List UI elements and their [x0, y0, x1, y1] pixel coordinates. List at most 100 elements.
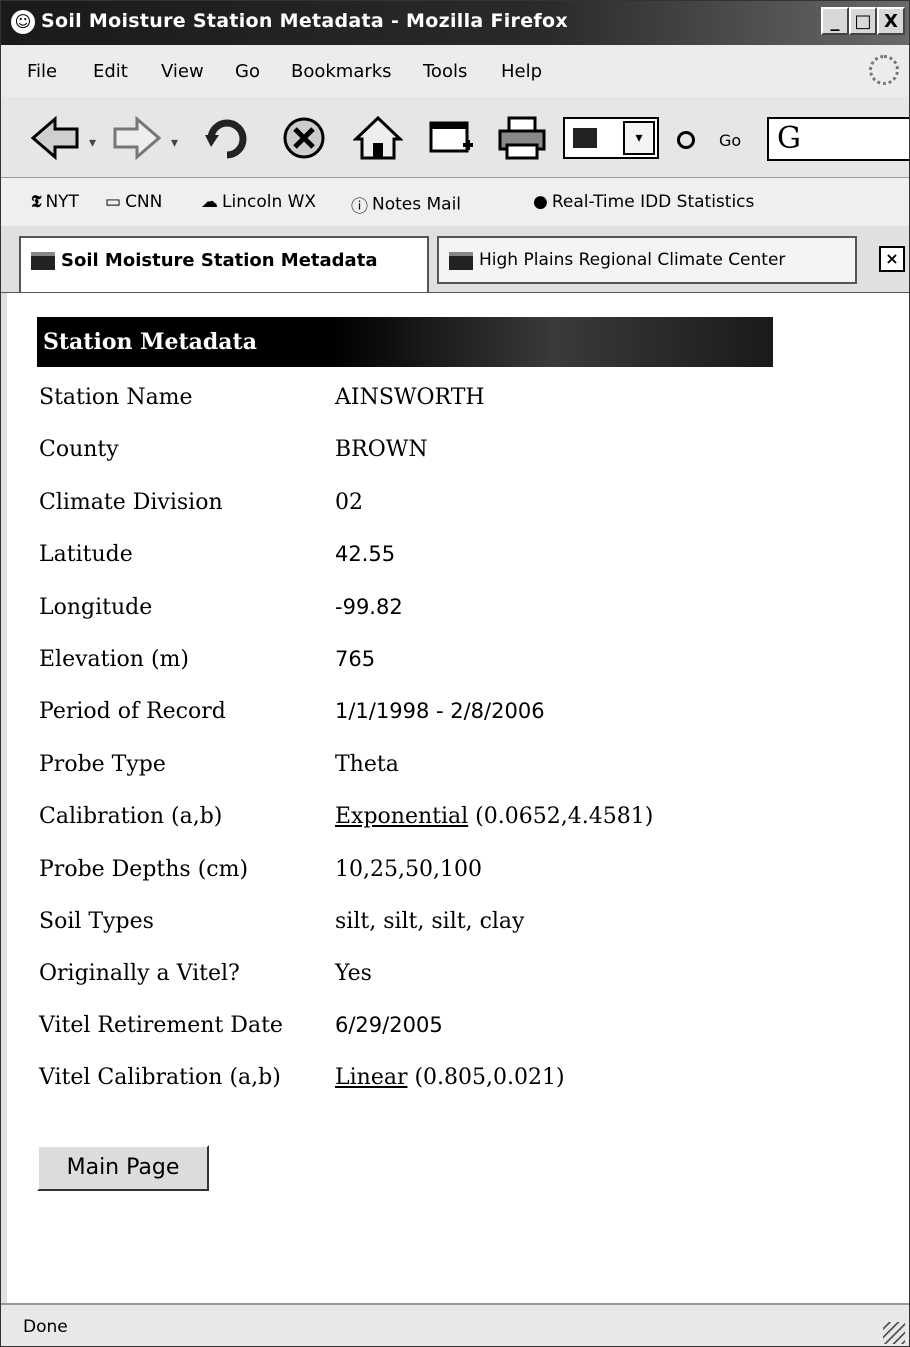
menu-help[interactable]: Help: [501, 61, 542, 82]
go-button[interactable]: Go: [719, 131, 741, 150]
row-value: 02: [335, 490, 363, 515]
window-title: Soil Moisture Station Metadata - Mozilla…: [41, 10, 568, 32]
row-value: Exponential (0.0652,4.4581): [335, 804, 653, 829]
bookmark-realtime-idd[interactable]: ● Real-Time IDD Statistics: [533, 192, 754, 212]
back-dropdown-icon[interactable]: ▾: [89, 135, 96, 151]
exponential-link[interactable]: Exponential: [335, 804, 468, 829]
menu-view[interactable]: View: [161, 61, 204, 82]
notes-icon: ⓘ: [351, 197, 368, 217]
dropdown-arrow-icon[interactable]: ▾: [623, 121, 655, 155]
row-value: -99.82: [335, 595, 403, 619]
forward-button[interactable]: [111, 115, 163, 161]
row-value: BROWN: [335, 437, 428, 462]
cloud-icon: ☁: [201, 192, 218, 212]
menu-go[interactable]: Go: [235, 61, 260, 82]
minimize-button[interactable]: _: [821, 7, 849, 35]
row-label: Vitel Calibration (a,b): [39, 1065, 281, 1090]
row-label: Probe Depths (cm): [39, 857, 249, 882]
menu-bar: File Edit View Go Bookmarks Tools Help: [1, 45, 909, 98]
linear-link[interactable]: Linear: [335, 1065, 407, 1090]
search-box[interactable]: G: [767, 117, 909, 161]
bookmark-label: NYT: [45, 192, 79, 212]
row-label: Period of Record: [39, 699, 226, 724]
home-icon: [352, 115, 404, 160]
page-icon: [573, 128, 597, 148]
maximize-button[interactable]: □: [849, 7, 877, 35]
tab-soil-moisture[interactable]: Soil Moisture Station Metadata: [19, 236, 429, 292]
page-icon: ▭: [105, 192, 122, 212]
forward-dropdown-icon[interactable]: ▾: [171, 135, 178, 151]
close-button[interactable]: X: [877, 7, 905, 35]
tab-hprcc[interactable]: High Plains Regional Climate Center: [437, 236, 857, 284]
row-label: Longitude: [39, 595, 153, 620]
globe-icon: ●: [533, 192, 548, 212]
page-content: Station Metadata Station Name AINSWORTH …: [1, 293, 909, 1303]
close-tab-icon[interactable]: ×: [879, 246, 905, 272]
home-button[interactable]: [352, 115, 404, 161]
row-value: 1/1/1998 - 2/8/2006: [335, 699, 545, 723]
menu-file[interactable]: File: [27, 61, 57, 82]
forward-arrow-icon: [113, 115, 162, 161]
tab-bar: Soil Moisture Station Metadata High Plai…: [1, 226, 909, 294]
firefox-icon: ☺: [11, 10, 35, 34]
resize-grip-icon[interactable]: [883, 1322, 905, 1344]
row-label: Latitude: [39, 542, 133, 567]
bookmark-lincoln-wx[interactable]: ☁ Lincoln WX: [201, 192, 316, 212]
status-bar: Done: [1, 1303, 909, 1346]
row-value: AINSWORTH: [335, 385, 485, 410]
status-text: Done: [23, 1317, 68, 1337]
main-page-button[interactable]: Main Page: [37, 1145, 209, 1191]
row-label: Probe Type: [39, 752, 166, 777]
new-window-icon: [429, 121, 473, 153]
bookmarks-toolbar: 𝕿 NYT ▭ CNN ☁ Lincoln WX ⓘ Notes Mail ● Real-…: [1, 178, 909, 227]
new-window-button[interactable]: [427, 115, 477, 161]
row-value: 42.55: [335, 542, 396, 566]
row-label: Originally a Vitel?: [39, 961, 240, 986]
tab-label: High Plains Regional Climate Center: [479, 250, 786, 270]
row-value: Linear (0.805,0.021): [335, 1065, 565, 1090]
browser-window: ☺ Soil Moisture Station Metadata - Mozil…: [0, 0, 910, 1347]
row-label: Climate Division: [39, 490, 223, 515]
menu-bookmarks[interactable]: Bookmarks: [291, 61, 392, 82]
navigation-toolbar: ▾ ▾ ▾ Go G: [1, 97, 909, 178]
metadata-header: Station Metadata: [37, 317, 773, 367]
bookmark-nyt[interactable]: 𝕿 NYT: [31, 192, 79, 212]
tab-page-icon: [31, 252, 55, 270]
reload-icon: [205, 119, 247, 159]
vitel-calibration-values: (0.805,0.021): [407, 1065, 565, 1090]
stop-icon: [283, 117, 325, 159]
reload-button[interactable]: [201, 115, 253, 161]
row-value: Theta: [335, 752, 399, 777]
google-icon: G: [777, 121, 801, 156]
row-label: Soil Types: [39, 909, 154, 934]
row-label: County: [39, 437, 119, 462]
row-label: Station Name: [39, 385, 193, 410]
bookmark-cnn[interactable]: ▭ CNN: [105, 192, 162, 212]
row-label: Elevation (m): [39, 647, 189, 672]
row-value: Yes: [335, 961, 372, 986]
calibration-values: (0.0652,4.4581): [468, 804, 654, 829]
tab-page-icon: [449, 252, 473, 270]
menu-edit[interactable]: Edit: [93, 61, 128, 82]
menu-tools[interactable]: Tools: [423, 61, 467, 82]
bookmark-label: CNN: [125, 192, 163, 212]
row-value: 6/29/2005: [335, 1013, 443, 1037]
back-button[interactable]: [29, 115, 81, 161]
print-button[interactable]: [497, 115, 547, 161]
go-icon[interactable]: [677, 131, 695, 149]
row-value: silt, silt, silt, clay: [335, 909, 525, 934]
title-bar: ☺ Soil Moisture Station Metadata - Mozil…: [1, 1, 909, 45]
back-arrow-icon: [30, 115, 79, 161]
row-label: Vitel Retirement Date: [39, 1013, 283, 1038]
printer-icon: [498, 116, 546, 160]
bookmark-label: Real-Time IDD Statistics: [551, 192, 755, 212]
location-combo[interactable]: ▾: [563, 117, 659, 159]
row-value: 765: [335, 647, 376, 671]
bookmark-label: Notes Mail: [372, 194, 462, 215]
bookmark-notes-mail[interactable]: ⓘ Notes Mail: [351, 192, 462, 218]
bookmark-label: Lincoln WX: [222, 192, 317, 212]
stop-button[interactable]: [281, 115, 327, 161]
tab-label: Soil Moisture Station Metadata: [61, 250, 378, 271]
row-value: 10,25,50,100: [335, 857, 482, 882]
throbber-icon: [869, 55, 899, 85]
